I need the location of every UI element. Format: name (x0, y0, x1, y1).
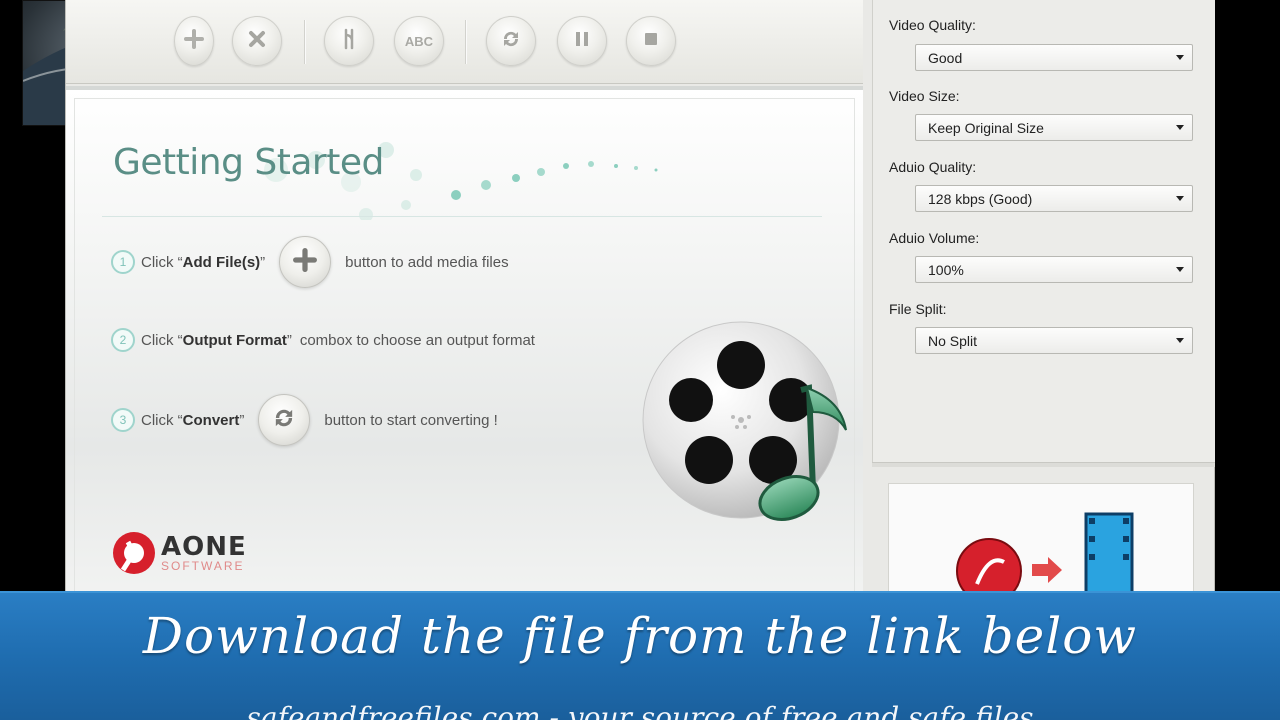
abc-icon: ABC (404, 33, 434, 49)
step-description: button to add media files (345, 253, 509, 271)
convert-button[interactable] (486, 16, 536, 66)
audio-volume-select[interactable]: 100% (915, 256, 1193, 283)
banner-title: Download the file from the link below (142, 607, 1138, 665)
toolbar-separator (465, 20, 467, 64)
logo-name: AONE (161, 532, 247, 562)
toolbar: ABC (66, 0, 863, 84)
chevron-down-icon (1176, 55, 1184, 60)
select-value: 128 kbps (Good) (928, 191, 1033, 207)
clip-icon (337, 27, 361, 56)
aone-logo-icon (113, 532, 155, 574)
stop-button[interactable] (626, 16, 676, 66)
step-quote: ” (239, 411, 245, 429)
chevron-down-icon (1176, 125, 1184, 130)
step-1: 1 Click “Add File(s)” button to add medi… (111, 236, 509, 288)
select-value: 100% (928, 262, 964, 278)
download-banner: Download the file from the link below sa… (0, 591, 1280, 720)
conversion-preview (888, 483, 1194, 604)
pause-icon (570, 27, 594, 56)
step-keyword: Output Format (182, 331, 287, 349)
step-keyword: Add File(s) (182, 253, 261, 271)
step-quote: ” (286, 331, 292, 349)
audio-quality-select[interactable]: 128 kbps (Good) (915, 185, 1193, 212)
plus-icon (291, 246, 319, 278)
toolbar-separator (304, 20, 306, 64)
convert-icon (499, 27, 523, 56)
divider (102, 216, 822, 217)
panel-splitter[interactable] (872, 462, 1215, 467)
select-value: No Split (928, 333, 978, 349)
chevron-down-icon (1176, 338, 1184, 343)
video-quality-select[interactable]: Good (915, 44, 1193, 71)
rename-button[interactable]: ABC (394, 16, 444, 66)
logo-subtitle: SOFTWARE (161, 559, 245, 573)
clip-button[interactable] (324, 16, 374, 66)
banner-subtitle[interactable]: safeandfreefiles.com - your source of fr… (0, 701, 1280, 720)
pause-button[interactable] (557, 16, 607, 66)
step-number: 2 (111, 328, 135, 352)
convert-step-button[interactable] (258, 394, 311, 446)
remove-button[interactable] (232, 16, 282, 66)
step-description: button to start converting ! (324, 411, 498, 429)
step-keyword: Convert (182, 411, 240, 429)
getting-started-panel: Getting Started 1 Click “Add File(s)” bu… (66, 86, 863, 600)
video-size-select[interactable]: Keep Original Size (915, 114, 1193, 141)
step-2: 2 Click “Output Format” combox to choose… (111, 320, 535, 360)
step-prefix: Click “ (141, 253, 183, 271)
step-prefix: Click “ (141, 331, 183, 349)
close-icon (245, 27, 269, 56)
file-split-select[interactable]: No Split (915, 327, 1193, 354)
step-description: combox to choose an output format (299, 331, 535, 349)
step-3: 3 Click “Convert” button to start conver… (111, 394, 498, 446)
video-size-label: Video Size: (889, 88, 960, 104)
step-prefix: Click “ (141, 411, 183, 429)
add-file-step-button[interactable] (279, 236, 332, 288)
add-icon (182, 27, 206, 56)
getting-started-title: Getting Started (113, 142, 384, 183)
stop-icon (639, 27, 663, 56)
aone-logo: AONE SOFTWARE (111, 530, 247, 576)
file-split-label: File Split: (889, 301, 947, 317)
step-number: 3 (111, 408, 135, 432)
chevron-down-icon (1176, 196, 1184, 201)
audio-quality-label: Aduio Quality: (889, 159, 977, 175)
settings-panel: Video Quality: Good Video Size: Keep Ori… (872, 0, 1215, 462)
flash-to-video-icon (956, 512, 1134, 604)
step-quote: ” (260, 253, 266, 271)
audio-volume-label: Aduio Volume: (889, 230, 980, 246)
video-quality-label: Video Quality: (889, 17, 976, 33)
select-value: Good (928, 50, 963, 66)
convert-icon (270, 404, 298, 436)
converter-window: ABC Getting Started 1 Click “ Add File(s… (65, 0, 1215, 604)
film-reel-music-icon (642, 321, 847, 521)
select-value: Keep Original Size (928, 120, 1044, 136)
chevron-down-icon (1176, 267, 1184, 272)
add-file-button[interactable] (174, 16, 214, 66)
step-number: 1 (111, 250, 135, 274)
